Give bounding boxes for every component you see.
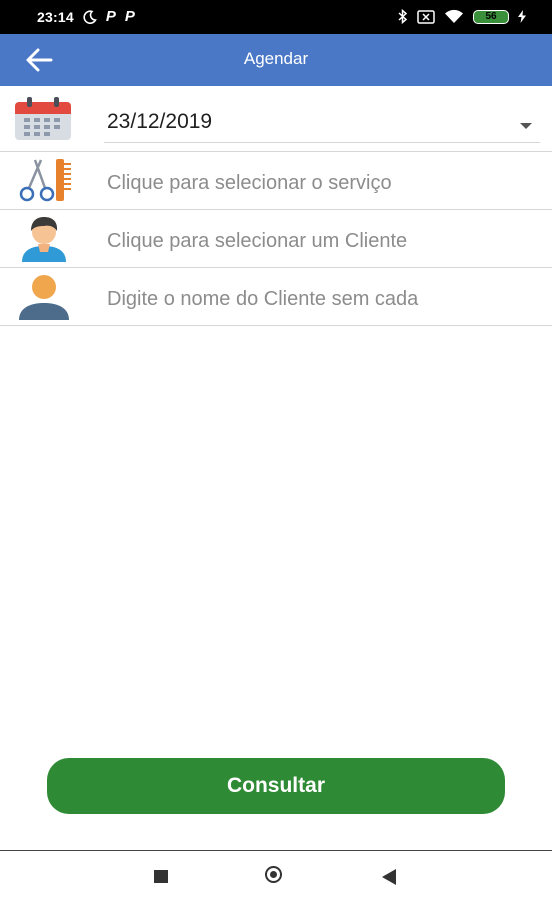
app-bar: Agendar xyxy=(0,34,552,86)
moon-icon xyxy=(83,9,97,24)
battery-level: 56 xyxy=(485,11,497,22)
service-placeholder: Clique para selecionar o serviço xyxy=(107,172,392,194)
calendar-icon xyxy=(15,97,71,140)
wifi-icon xyxy=(445,9,463,23)
client-name-field[interactable]: Digite o nome do Cliente sem cada xyxy=(104,268,540,325)
back-triangle-icon[interactable] xyxy=(382,869,396,885)
client-name-input[interactable]: Digite o nome do Cliente sem cada xyxy=(107,288,534,311)
consult-button[interactable]: Consultar xyxy=(47,758,505,814)
consult-button-label: Consultar xyxy=(226,774,325,797)
client-avatar-icon xyxy=(22,217,66,262)
navigation-bar xyxy=(0,850,552,901)
status-left: 23:14 P P xyxy=(37,8,135,25)
date-field[interactable]: 23/12/2019 xyxy=(104,94,540,143)
notification-p-icon: P xyxy=(124,8,135,25)
status-bar: 23:14 P P 56 xyxy=(0,0,552,34)
service-row[interactable]: Clique para selecionar o serviço xyxy=(0,152,552,209)
charging-bolt-icon xyxy=(518,10,526,23)
bluetooth-icon xyxy=(398,9,408,24)
battery-indicator: 56 xyxy=(473,9,509,24)
status-time: 23:14 xyxy=(37,8,74,25)
date-row[interactable]: 23/12/2019 xyxy=(0,94,552,143)
status-right: 56 xyxy=(398,9,526,24)
client-select-row[interactable]: Clique para selecionar um Cliente xyxy=(0,210,552,267)
home-icon[interactable] xyxy=(265,866,282,883)
notification-p-icon: P xyxy=(105,8,116,25)
scissors-comb-icon xyxy=(19,159,71,202)
divider xyxy=(0,325,552,326)
date-value: 23/12/2019 xyxy=(107,110,213,133)
recent-apps-icon[interactable] xyxy=(154,870,168,883)
client-select-placeholder: Clique para selecionar um Cliente xyxy=(107,230,408,252)
client-name-row[interactable]: Digite o nome do Cliente sem cada xyxy=(0,268,552,325)
chevron-down-icon xyxy=(520,123,532,129)
person-silhouette-icon xyxy=(19,275,69,320)
service-field[interactable]: Clique para selecionar o serviço xyxy=(104,152,540,209)
client-select-field[interactable]: Clique para selecionar um Cliente xyxy=(104,210,540,267)
page-title: Agendar xyxy=(243,49,309,68)
sim-off-icon xyxy=(417,9,435,24)
